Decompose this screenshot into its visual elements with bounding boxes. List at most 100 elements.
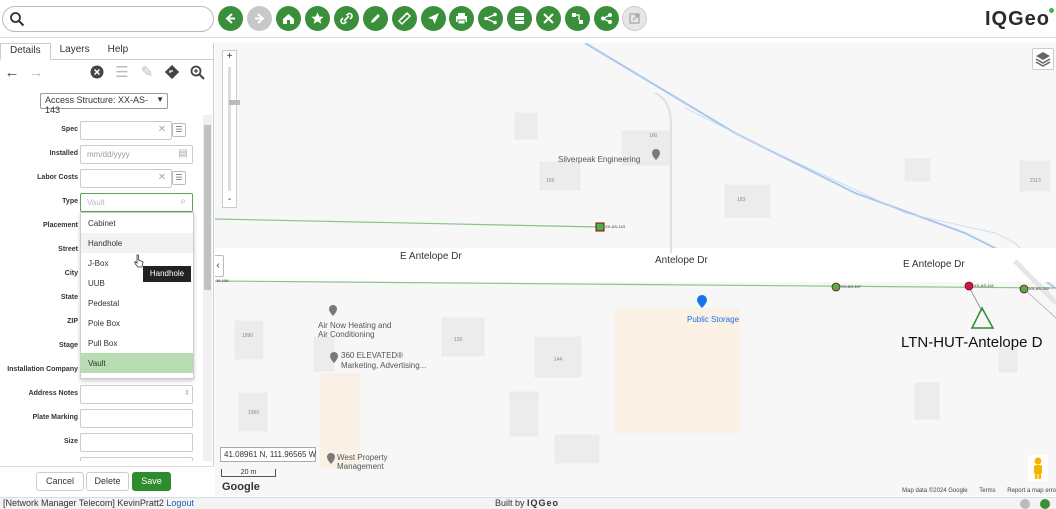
connect-button[interactable]: [565, 6, 590, 31]
size-input[interactable]: [80, 433, 193, 452]
navigate-button[interactable]: [421, 6, 446, 31]
field-row: Type Vault ⌕: [0, 193, 202, 213]
cable-lower: [215, 280, 1056, 289]
feature-select-value: Access Structure: XX-AS-143: [45, 95, 149, 115]
tab-help[interactable]: Help: [99, 43, 138, 60]
link-button[interactable]: [334, 6, 359, 31]
field-label: Street: [58, 246, 78, 253]
report-error-link[interactable]: Report a map erro: [1007, 488, 1056, 494]
layers-button[interactable]: [1032, 48, 1054, 70]
bookmark-star-button[interactable]: [305, 6, 330, 31]
measure-ruler-button[interactable]: [392, 6, 417, 31]
public-storage-marker: [697, 295, 707, 308]
list-picker-icon[interactable]: ☰: [172, 171, 186, 185]
cable-upper: [215, 218, 601, 228]
zoom-in-button[interactable]: +: [223, 51, 236, 64]
tooltip: Handhole: [143, 266, 191, 282]
clear-field-icon[interactable]: ✕: [155, 123, 169, 137]
poi-label: Air Now Heating and: [318, 321, 392, 330]
map-attribution: Map data ©2024 Google Terms Report a map…: [892, 488, 1056, 494]
traffic-input[interactable]: [80, 457, 193, 461]
address-notes-input[interactable]: [80, 385, 193, 404]
field-row: Size: [0, 433, 202, 453]
clear-icon[interactable]: [89, 65, 105, 81]
save-button[interactable]: Save: [132, 472, 171, 491]
forward-button[interactable]: [247, 6, 272, 31]
mouse-cursor-icon: [134, 254, 144, 268]
export-icon: [629, 13, 640, 24]
zoom-out-button[interactable]: -: [223, 194, 236, 207]
structure-button[interactable]: [507, 6, 532, 31]
cancel-button[interactable]: Cancel: [36, 472, 84, 491]
status-bar: [Network Manager Telecom] KevinPratt2 Lo…: [0, 497, 1056, 509]
street-view-pegman[interactable]: [1028, 455, 1048, 481]
export-button[interactable]: [622, 6, 647, 31]
zoom-slider-thumb[interactable]: [229, 100, 240, 105]
type-option-pull-box[interactable]: Pull Box: [81, 333, 193, 353]
connection-status-icon: [1040, 499, 1050, 509]
feature-select[interactable]: Access Structure: XX-AS-143 ▼: [40, 93, 168, 115]
home-button[interactable]: [276, 6, 301, 31]
type-option-pole-box[interactable]: Pole Box: [81, 313, 193, 333]
panel-tabs: Details Layers Help: [0, 43, 213, 60]
previous-arrow-icon[interactable]: ←: [4, 65, 20, 81]
list-icon[interactable]: ☰: [114, 65, 130, 81]
google-logo: Google: [222, 481, 260, 493]
calendar-icon[interactable]: ▤: [176, 147, 190, 161]
type-option-vault[interactable]: Vault: [81, 353, 193, 373]
field-row: Installed mm/dd/yyyy ▤: [0, 145, 202, 165]
field-row: Spec ✕ ☰: [0, 121, 202, 141]
tab-details[interactable]: Details: [0, 43, 51, 60]
resize-handle-icon[interactable]: ⇕: [180, 387, 194, 401]
tools-icon: [543, 13, 554, 24]
google-logo-text: Google: [222, 481, 260, 493]
edit-icon[interactable]: ✎: [139, 65, 155, 81]
connect-icon: [572, 13, 583, 24]
street-label: E Antelope Dr: [903, 259, 965, 270]
type-option-cabinet[interactable]: Cabinet: [81, 213, 193, 233]
terms-link[interactable]: Terms: [979, 488, 995, 494]
type-dropdown: Cabinet Handhole J-Box UUB Pedestal Pole Box P…: [80, 212, 194, 379]
next-arrow-icon[interactable]: →: [28, 65, 44, 81]
panel-scrollbar[interactable]: [203, 115, 212, 461]
print-button[interactable]: [449, 6, 474, 31]
delete-button[interactable]: Delete: [86, 472, 129, 491]
clear-field-icon[interactable]: ✕: [155, 171, 169, 185]
search-icon: [10, 12, 25, 27]
network-trace-button[interactable]: [478, 6, 503, 31]
tools-button[interactable]: [536, 6, 561, 31]
directions-icon[interactable]: [164, 64, 180, 81]
hut-label: LTN-HUT-Antelope D: [901, 334, 1043, 351]
zoom-to-icon[interactable]: [189, 65, 205, 81]
collapse-panel-button[interactable]: ‹: [215, 255, 224, 277]
lot-number: 120: [454, 337, 463, 343]
field-label: Plate Marking: [32, 414, 78, 421]
scrollbar-thumb[interactable]: [204, 125, 211, 290]
share-button[interactable]: [594, 6, 619, 31]
search-input[interactable]: [2, 6, 214, 32]
details-panel: Details Layers Help ← → ☰ ✎ Access Struc…: [0, 43, 214, 496]
notification-icon[interactable]: [1020, 499, 1030, 509]
poi-label: Management: [337, 462, 384, 471]
asset-label: XX-AS-107: [841, 284, 862, 289]
zoom-slider-track[interactable]: [228, 67, 240, 191]
type-option-pedestal[interactable]: Pedestal: [81, 293, 193, 313]
hut-triangle: [970, 306, 995, 329]
measure-ruler-icon: [397, 11, 412, 26]
asset-label: XX-AS-252: [1029, 286, 1050, 291]
field-label: Address Notes: [28, 390, 78, 397]
tab-layers[interactable]: Layers: [51, 43, 99, 60]
list-picker-icon[interactable]: ☰: [172, 123, 186, 137]
forward-icon: [255, 13, 265, 24]
poi-label: Public Storage: [687, 315, 740, 324]
plate-marking-input[interactable]: [80, 409, 193, 428]
map-view[interactable]: E Antelope Dr Antelope Dr E Antelope Dr …: [215, 43, 1056, 496]
edit-pencil-icon: [371, 14, 380, 23]
logout-link[interactable]: Logout: [166, 498, 194, 508]
type-option-handhole[interactable]: Handhole: [81, 233, 193, 253]
logo-dot: [1049, 8, 1054, 13]
built-by: Built by IQGeo: [495, 498, 559, 508]
structure-icon: [515, 13, 524, 24]
edit-pencil-button[interactable]: [363, 6, 388, 31]
back-button[interactable]: [218, 6, 243, 31]
